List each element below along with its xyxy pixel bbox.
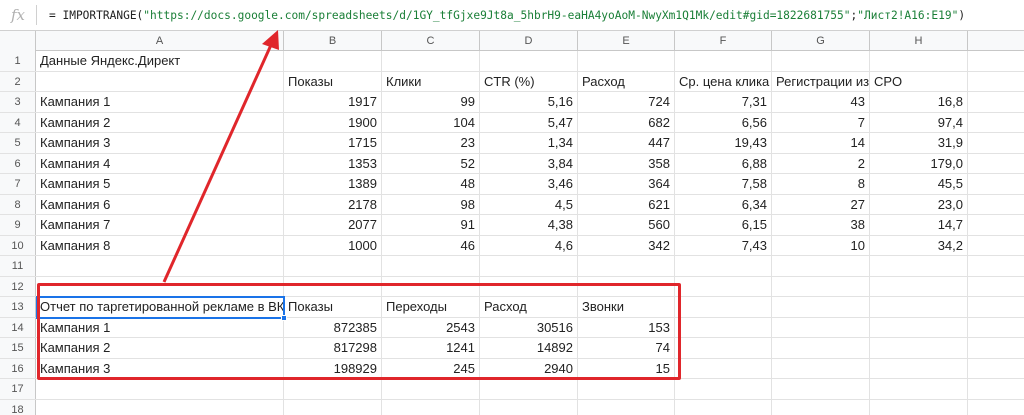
- arrow-line: [162, 44, 273, 283]
- arrow-head-icon: [262, 30, 279, 50]
- annotation-arrow: [162, 30, 279, 283]
